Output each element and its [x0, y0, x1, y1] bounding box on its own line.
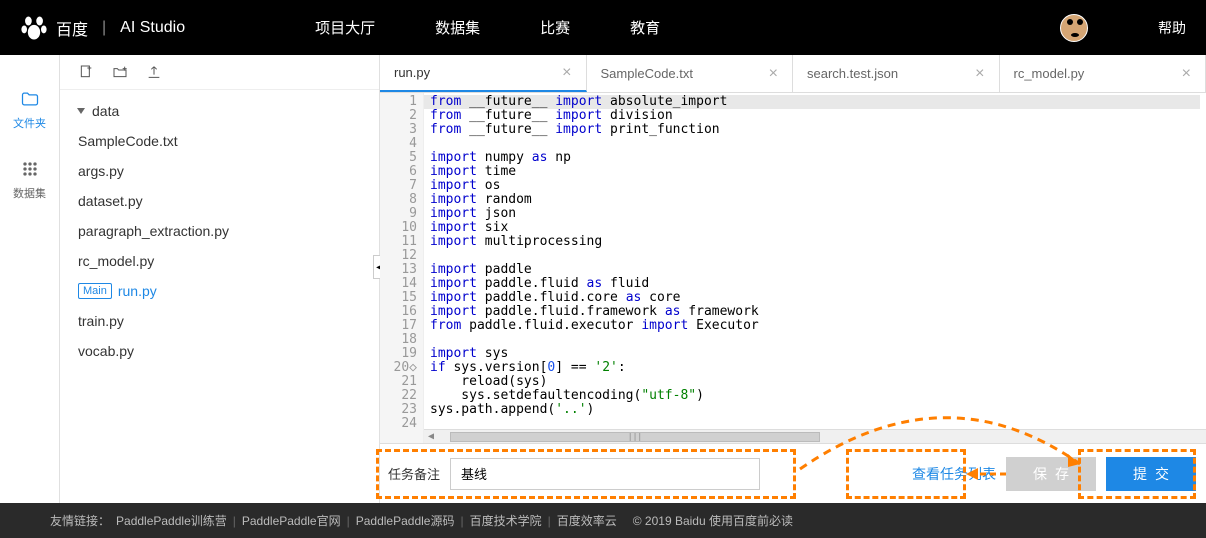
footer: 友情链接： PaddlePaddle训练营|PaddlePaddle官网|Pad… [0, 503, 1206, 538]
rail-files[interactable]: 文件夹 [0, 75, 59, 145]
footer-link[interactable]: PaddlePaddle源码 [356, 514, 455, 528]
top-bar: 百度 | AI Studio 项目大厅 数据集 比赛 教育 帮助 [0, 0, 1206, 55]
save-button[interactable]: 保存 [1006, 457, 1096, 491]
rail-files-label: 文件夹 [13, 115, 46, 131]
logo-area[interactable]: 百度 | AI Studio [20, 14, 185, 42]
file-tree: data SampleCode.txt args.py dataset.py p… [60, 90, 379, 503]
sidebar-toolbar [60, 55, 379, 90]
help-link[interactable]: 帮助 [1158, 18, 1186, 38]
tree-file-main[interactable]: Main run.py [74, 276, 365, 306]
tree-file-label: run.py [118, 283, 157, 299]
tab-search-json[interactable]: search.test.json × [793, 55, 1000, 92]
task-label: 任务备注 [388, 464, 440, 483]
tab-label: run.py [394, 65, 430, 80]
nav-education[interactable]: 教育 [630, 17, 660, 38]
left-rail: 文件夹 数据集 [0, 55, 60, 503]
rail-datasets[interactable]: 数据集 [0, 145, 59, 215]
nav-projects[interactable]: 项目大厅 [315, 17, 375, 38]
new-file-icon[interactable] [78, 64, 94, 80]
new-folder-icon[interactable] [112, 64, 128, 80]
tab-label: rc_model.py [1014, 66, 1085, 81]
footer-link[interactable]: 百度技术学院 [470, 514, 542, 528]
tab-samplecode[interactable]: SampleCode.txt × [587, 55, 794, 92]
submit-button[interactable]: 提交 [1106, 457, 1196, 491]
nav-datasets[interactable]: 数据集 [435, 17, 480, 38]
footer-link[interactable]: 百度效率云 [557, 514, 617, 528]
grid-dots-icon [20, 159, 40, 179]
upload-icon[interactable] [146, 64, 162, 80]
close-icon[interactable]: × [562, 64, 571, 82]
logo-divider: | [102, 19, 106, 37]
task-note-input[interactable] [450, 458, 760, 490]
tree-file[interactable]: train.py [74, 306, 365, 336]
nav-competition[interactable]: 比赛 [540, 17, 570, 38]
code-content[interactable]: from __future__ import absolute_importfr… [424, 93, 1206, 443]
horizontal-scrollbar[interactable]: ◀||| [424, 429, 1206, 443]
footer-copyright: © 2019 Baidu 使用百度前必读 [633, 512, 793, 529]
rail-datasets-label: 数据集 [13, 185, 46, 201]
logo-text: 百度 [56, 16, 88, 40]
close-icon[interactable]: × [975, 65, 984, 83]
editor-area: ◀ run.py× SampleCode.txt× search.test.js… [380, 55, 1206, 503]
tree-file[interactable]: SampleCode.txt [74, 126, 365, 156]
tab-rcmodel[interactable]: rc_model.py × [1000, 55, 1206, 92]
editor-tabs: run.py × SampleCode.txt × search.test.json… [380, 55, 1206, 93]
tree-folder-data[interactable]: data [74, 96, 365, 126]
tree-file[interactable]: args.py [74, 156, 365, 186]
paw-logo-icon [20, 14, 48, 42]
footer-link[interactable]: PaddlePaddle训练营 [116, 514, 227, 528]
tree-file[interactable]: vocab.py [74, 336, 365, 366]
tree-file[interactable]: rc_model.py [74, 246, 365, 276]
tree-file[interactable]: dataset.py [74, 186, 365, 216]
studio-text: AI Studio [120, 19, 185, 37]
code-editor[interactable]: 1234567891011121314151617181920◇21222324… [380, 93, 1206, 443]
nav-links: 项目大厅 数据集 比赛 教育 [315, 17, 660, 38]
avatar[interactable] [1060, 14, 1088, 42]
view-task-list-link[interactable]: 查看任务列表 [912, 464, 996, 484]
main-badge: Main [78, 283, 112, 299]
file-sidebar: data SampleCode.txt args.py dataset.py p… [60, 55, 380, 503]
line-gutter: 1234567891011121314151617181920◇21222324 [380, 93, 424, 443]
tab-label: SampleCode.txt [601, 66, 694, 81]
task-bar: 任务备注 查看任务列表 保存 提交 [380, 443, 1206, 503]
folder-icon [20, 89, 40, 109]
tree-file[interactable]: paragraph_extraction.py [74, 216, 365, 246]
footer-label: 友情链接： [50, 512, 110, 529]
footer-link[interactable]: PaddlePaddle官网 [242, 514, 341, 528]
tab-label: search.test.json [807, 66, 898, 81]
close-icon[interactable]: × [769, 65, 778, 83]
close-icon[interactable]: × [1182, 65, 1191, 83]
tab-run-py[interactable]: run.py × [380, 55, 587, 92]
